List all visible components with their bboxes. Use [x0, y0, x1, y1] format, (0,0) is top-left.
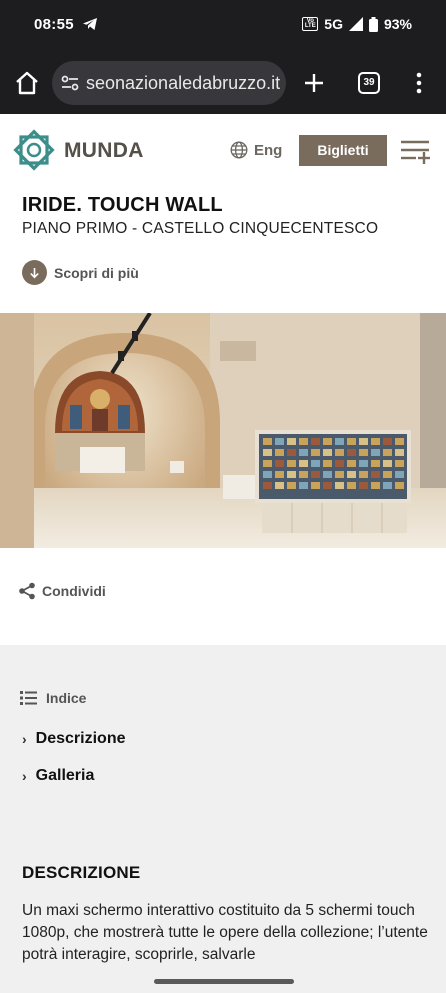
- page-title: IRIDE. TOUCH WALL: [22, 194, 223, 216]
- arrow-down-icon: [22, 260, 47, 285]
- share-label: Condividi: [42, 583, 106, 599]
- gesture-navigation-bar[interactable]: [154, 979, 294, 984]
- index-item-galleria[interactable]: › Galleria: [22, 767, 94, 785]
- room-photo: [0, 313, 446, 548]
- status-icons: Vo LTE 5G 93%: [302, 16, 412, 32]
- language-label: Eng: [254, 141, 283, 159]
- menu-icon[interactable]: [399, 138, 431, 166]
- telegram-icon: [83, 18, 97, 30]
- site-header: MUNDA Eng Biglietti: [0, 114, 446, 186]
- status-bar: 08:55 Vo LTE 5G 93%: [0, 0, 446, 52]
- tab-switcher-button[interactable]: 39: [358, 72, 380, 94]
- chevron-right-icon: ›: [22, 768, 27, 784]
- more-options-icon[interactable]: [413, 71, 425, 95]
- language-switcher[interactable]: Eng: [230, 141, 282, 159]
- index-heading: Indice: [20, 690, 86, 706]
- page-subtitle: PIANO PRIMO - CASTELLO CINQUECENTESCO: [22, 220, 379, 237]
- globe-icon: [230, 141, 248, 159]
- list-icon: [20, 691, 37, 705]
- index-item-label: Descrizione: [35, 730, 126, 747]
- munda-logo-icon[interactable]: [12, 128, 56, 172]
- logo-text[interactable]: MUNDA: [64, 139, 144, 163]
- description-heading: DESCRIZIONE: [22, 863, 141, 882]
- share-icon: [19, 582, 35, 600]
- home-icon[interactable]: [14, 70, 40, 96]
- site-settings-icon[interactable]: [60, 73, 80, 93]
- index-item-label: Galleria: [35, 767, 95, 784]
- index-item-descrizione[interactable]: › Descrizione: [22, 730, 125, 748]
- share-button[interactable]: Condividi: [18, 582, 106, 600]
- discover-more-link[interactable]: Scopri di più: [22, 260, 139, 285]
- discover-more-label: Scopri di più: [54, 264, 139, 281]
- new-tab-icon[interactable]: [302, 71, 326, 95]
- url-text[interactable]: seonazionaledabruzzo.it: [86, 73, 280, 94]
- signal-icon: [348, 17, 363, 31]
- address-bar[interactable]: seonazionaledabruzzo.it: [52, 61, 286, 105]
- description-text: Un maxi schermo interattivo costituito d…: [22, 902, 428, 963]
- content-section: Indice › Descrizione › Galleria DESCRIZI…: [0, 645, 446, 993]
- network-label: 5G: [324, 16, 343, 32]
- battery-percent: 93%: [383, 16, 412, 32]
- status-time: 08:55: [34, 16, 74, 33]
- battery-icon: [368, 16, 378, 32]
- browser-toolbar: seonazionaledabruzzo.it 39: [0, 52, 446, 114]
- chevron-right-icon: ›: [22, 731, 27, 747]
- index-heading-label: Indice: [46, 690, 87, 706]
- tickets-button[interactable]: Biglietti: [299, 135, 387, 166]
- volte-icon: Vo LTE: [302, 17, 319, 31]
